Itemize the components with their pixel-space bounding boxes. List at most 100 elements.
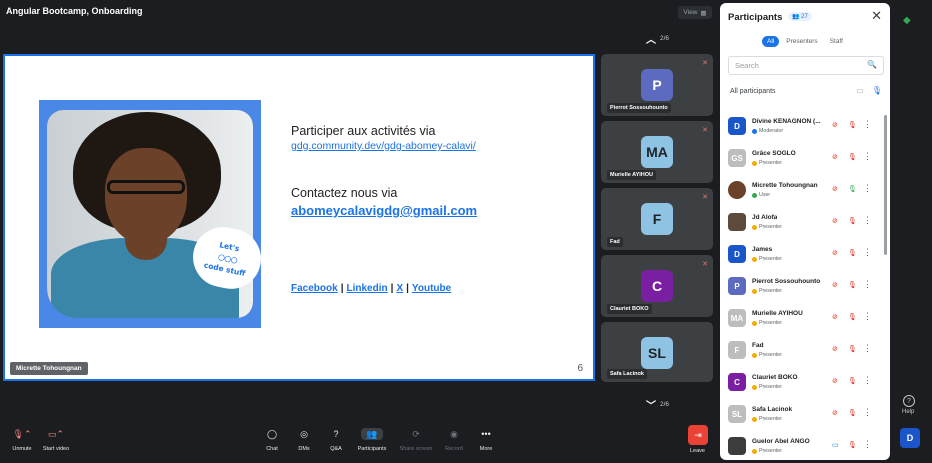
participant-row[interactable]: Guelor Abel ANGO Presenter ▭ 🎙 ⋮ [720, 431, 886, 460]
filter-all[interactable]: All [762, 36, 780, 47]
role-label: Presenter [759, 352, 782, 358]
start-video-button[interactable]: ▭⌃ Start video [36, 428, 76, 453]
more-options-icon[interactable]: ⋮ [863, 151, 872, 162]
more-options-icon[interactable]: ⋮ [863, 311, 872, 322]
view-grid-icon: ▦ [700, 9, 707, 17]
camera-off-icon: ⊘ [832, 250, 838, 257]
participant-row[interactable]: D Divine KENAGNON (... Moderator ⊘ 🎙 ⋮ [720, 111, 886, 141]
more-options-icon[interactable]: ⋮ [863, 375, 872, 386]
mic-off-icon[interactable]: 🎙 [848, 249, 857, 257]
participant-name: Pierrot Sossouhounto [752, 278, 821, 285]
x-link[interactable]: X [396, 283, 403, 294]
mic-off-icon[interactable]: 🎙 [848, 217, 857, 225]
mic-off-icon[interactable]: 🎙 [848, 409, 857, 417]
participant-row[interactable]: C Clauriet BOKO Presenter ⊘ 🎙 ⋮ [720, 367, 886, 397]
camera-off-icon: ⊘ [832, 218, 838, 225]
filter-staff[interactable]: Staff [825, 36, 848, 47]
view-button[interactable]: View ▦ [678, 6, 712, 19]
more-options-icon[interactable]: ⋮ [863, 407, 872, 418]
more-options-icon[interactable]: ⋮ [863, 183, 872, 194]
mic-icon[interactable]: 🎙 [872, 86, 882, 95]
more-button[interactable]: ••• More [466, 428, 506, 452]
more-options-icon[interactable]: ⋮ [863, 247, 872, 258]
video-tile[interactable]: P ✕ Pierrot Sossouhounto [601, 54, 713, 116]
participant-role: Presenter [752, 224, 782, 230]
tile-avatar: SL [641, 337, 673, 369]
tile-avatar: C [641, 270, 673, 302]
participant-row[interactable]: SL Safa Lacinok Presenter ⊘ 🎙 ⋮ [720, 399, 886, 429]
camera-on-icon: ▭ [832, 442, 839, 449]
search-icon[interactable]: 🔍 [867, 60, 877, 69]
help-icon[interactable]: ? [903, 395, 915, 407]
leave-label[interactable]: Leave [690, 448, 705, 454]
participant-role: Presenter [752, 320, 782, 326]
avatar[interactable]: D [900, 428, 920, 448]
slide-community-link[interactable]: gdg.community.dev/gdg-abomey-calavi/ [291, 140, 476, 152]
more-options-icon[interactable]: ⋮ [863, 343, 872, 354]
participant-row[interactable]: MA Murielle AYIHOU Presenter ⊘ 🎙 ⋮ [720, 303, 886, 333]
participant-row[interactable]: D James Presenter ⊘ 🎙 ⋮ [720, 239, 886, 269]
tiles-page-up[interactable]: ︿ 2/6 [646, 31, 669, 46]
video-tile[interactable]: C ✕ Clauriet BOKO [601, 255, 713, 317]
role-dot-icon [752, 160, 757, 166]
chat-icon: ◯ [266, 428, 278, 439]
facebook-link[interactable]: Facebook [291, 283, 338, 294]
participant-row[interactable]: GS Grâce SOGLO Presenter ⊘ 🎙 ⋮ [720, 143, 886, 173]
video-tile[interactable]: F ✕ Fad [601, 188, 713, 250]
participant-role: Presenter [752, 352, 782, 358]
filter-presenters[interactable]: Presenters [781, 36, 822, 47]
mic-off-icon[interactable]: 🎙 [848, 153, 857, 161]
camera-icon[interactable]: ▭ [856, 86, 864, 95]
more-options-icon[interactable]: ⋮ [863, 279, 872, 290]
more-options-icon[interactable]: ⋮ [863, 119, 872, 130]
youtube-link[interactable]: Youtube [412, 283, 451, 294]
help-label[interactable]: Help [902, 409, 914, 415]
more-options-icon[interactable]: ⋮ [863, 215, 872, 226]
mic-off-icon: 🎙⌃ [12, 428, 32, 439]
search-input[interactable] [735, 61, 860, 70]
participant-name: Safa Lacinok [752, 406, 793, 413]
mic-off-icon[interactable]: 🎙 [848, 377, 857, 385]
page-indicator-bottom: 2/6 [660, 401, 670, 408]
record-label: Record [445, 446, 463, 452]
role-label: Presenter [759, 416, 782, 422]
avatar: D [728, 117, 746, 135]
video-tile[interactable]: MA ✕ Murielle AYIHOU [601, 121, 713, 183]
mic-off-icon[interactable]: 🎙 [848, 345, 857, 353]
role-dot-icon [752, 384, 757, 390]
participant-name: Grâce SOGLO [752, 150, 796, 157]
qa-label: Q&A [330, 446, 342, 452]
participants-panel: Participants 👥 27 ✕ All Presenters Staff… [720, 3, 890, 460]
mic-on-icon[interactable]: 🎙 [848, 185, 857, 193]
participant-role: User [752, 192, 770, 198]
slide-email-link[interactable]: abomeycalavigdg@gmail.com [291, 203, 477, 218]
mic-off-icon[interactable]: 🎙 [848, 121, 857, 129]
camera-off-icon: ⊘ [832, 154, 838, 161]
role-dot-icon [752, 256, 757, 262]
mic-off-icon[interactable]: 🎙 [848, 281, 857, 289]
participant-row[interactable]: P Pierrot Sossouhounto Presenter ⊘ 🎙 ⋮ [720, 271, 886, 301]
role-label: Presenter [759, 320, 782, 326]
participant-role: Moderator [752, 128, 783, 134]
qa-button[interactable]: ? Q&A [316, 428, 356, 452]
video-tile[interactable]: SL Safa Lacinok [601, 322, 713, 382]
mic-off-icon[interactable]: 🎙 [848, 313, 857, 321]
role-dot-icon [752, 288, 757, 294]
participants-button[interactable]: 👥 Participants [352, 428, 392, 452]
tiles-page-down[interactable]: ﹀ 2/6 [646, 397, 669, 412]
role-dot-icon [752, 192, 757, 198]
share-screen-button[interactable]: ⟳ Share screen [396, 428, 436, 453]
tile-name: Murielle AYIHOU [607, 170, 656, 180]
more-options-icon[interactable]: ⋮ [863, 439, 872, 450]
role-label: User [759, 192, 771, 198]
mic-off-icon[interactable]: 🎙 [848, 441, 857, 449]
participant-row[interactable]: Micrette Tohoungnan User ⊘ 🎙 ⋮ [720, 175, 886, 205]
tile-name: Pierrot Sossouhounto [607, 103, 671, 113]
leave-button[interactable]: ⇥ [688, 425, 708, 445]
panel-scrollbar[interactable] [884, 115, 887, 255]
people-icon: 👥 [792, 14, 800, 20]
participant-row[interactable]: Jd Alofa Presenter ⊘ 🎙 ⋮ [720, 207, 886, 237]
linkedin-link[interactable]: Linkedin [347, 283, 388, 294]
close-icon[interactable]: ✕ [871, 8, 882, 24]
participant-row[interactable]: F Fad Presenter ⊘ 🎙 ⋮ [720, 335, 886, 365]
